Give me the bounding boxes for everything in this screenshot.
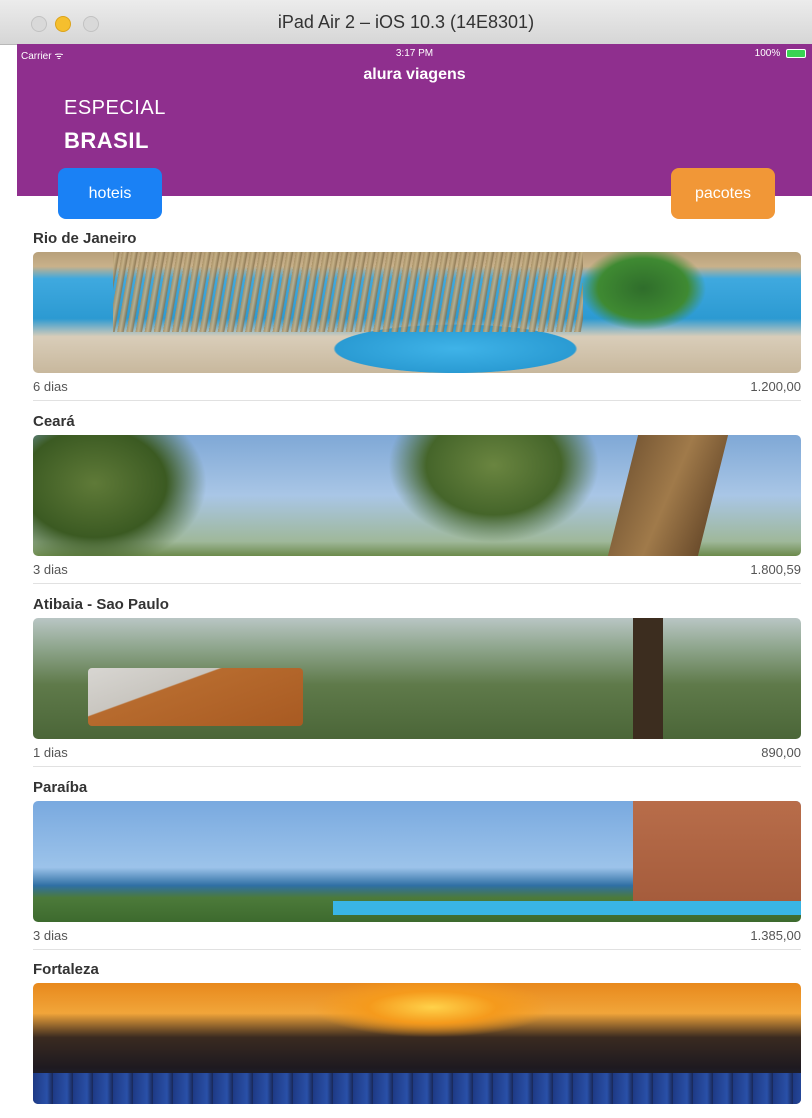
package-image	[33, 618, 801, 739]
status-battery: 100%	[755, 48, 806, 59]
list-item[interactable]: Fortaleza	[33, 959, 801, 1118]
package-image	[33, 435, 801, 556]
package-name: Paraíba	[33, 779, 88, 796]
list-item[interactable]: Ceará 3 dias 1.800,59	[33, 411, 801, 586]
package-name: Fortaleza	[33, 961, 99, 978]
battery-percentage: 100%	[754, 48, 781, 59]
list-item[interactable]: Paraíba 3 dias 1.385,00	[33, 777, 801, 952]
package-days: 3 dias	[33, 562, 68, 577]
simulator-window: iPad Air 2 – iOS 10.3 (14E8301) Carrier …	[0, 0, 812, 1118]
package-price: 1.200,00	[750, 379, 801, 394]
package-name: Atibaia - Sao Paulo	[33, 596, 169, 613]
header-country: BRASIL	[64, 128, 149, 153]
row-divider	[33, 766, 801, 767]
package-image	[33, 983, 801, 1104]
package-price: 1.800,59	[750, 562, 801, 577]
hoteis-button[interactable]: hoteis	[58, 168, 162, 219]
row-divider	[33, 583, 801, 584]
row-divider	[33, 400, 801, 401]
pacotes-button[interactable]: pacotes	[671, 168, 775, 219]
package-days: 6 dias	[33, 379, 68, 394]
package-price: 890,00	[761, 745, 801, 760]
package-name: Ceará	[33, 413, 75, 430]
status-time: 3:17 PM	[395, 48, 434, 59]
header-label: ESPECIAL	[64, 97, 166, 119]
battery-icon	[786, 48, 806, 58]
list-item[interactable]: Atibaia - Sao Paulo 1 dias 890,00	[33, 594, 801, 769]
package-image	[33, 252, 801, 373]
package-days: 3 dias	[33, 928, 68, 943]
package-days: 1 dias	[33, 745, 68, 760]
row-divider	[33, 949, 801, 950]
package-image	[33, 801, 801, 922]
window-titlebar: iPad Air 2 – iOS 10.3 (14E8301)	[0, 0, 812, 45]
window-title: iPad Air 2 – iOS 10.3 (14E8301)	[277, 12, 535, 32]
app-title: alura viagens	[363, 66, 466, 83]
list-item[interactable]: Rio de Janeiro 6 dias 1.200,00	[33, 228, 801, 403]
package-price: 1.385,00	[750, 928, 801, 943]
package-name: Rio de Janeiro	[33, 230, 137, 247]
